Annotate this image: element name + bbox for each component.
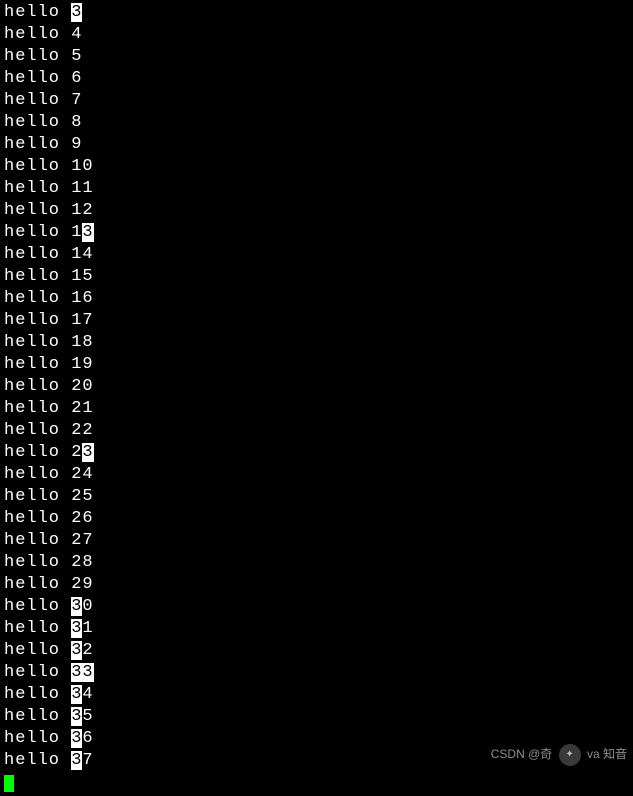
line-prefix: hello bbox=[4, 707, 71, 726]
search-highlight: 3 bbox=[82, 443, 93, 462]
watermark: CSDN @奇 ✦ va 知音 bbox=[491, 743, 627, 766]
search-highlight: 3 bbox=[71, 619, 82, 638]
line-suffix: 6 bbox=[82, 729, 93, 748]
search-highlight: 3 bbox=[82, 223, 93, 242]
terminal-line: hello 32 bbox=[4, 640, 629, 662]
watermark-text-right: 知音 bbox=[603, 747, 627, 761]
line-prefix: hello 2 bbox=[4, 443, 82, 462]
line-prefix: hello bbox=[4, 663, 71, 682]
watermark-text-left: CSDN @奇 bbox=[491, 747, 553, 761]
line-prefix: hello bbox=[4, 597, 71, 616]
terminal-line: hello 14 bbox=[4, 244, 629, 266]
search-highlight: 3 bbox=[71, 707, 82, 726]
terminal-line: hello 3 bbox=[4, 2, 629, 24]
terminal-line: hello 4 bbox=[4, 24, 629, 46]
terminal-line: hello 8 bbox=[4, 112, 629, 134]
line-suffix: 2 bbox=[82, 641, 93, 660]
line-prefix: hello 7 bbox=[4, 91, 82, 110]
terminal-line: hello 13 bbox=[4, 222, 629, 244]
search-highlight: 33 bbox=[71, 663, 93, 682]
line-prefix: hello 22 bbox=[4, 421, 94, 440]
terminal-line: hello 10 bbox=[4, 156, 629, 178]
terminal-line: hello 21 bbox=[4, 398, 629, 420]
line-prefix: hello 10 bbox=[4, 157, 94, 176]
line-prefix: hello 29 bbox=[4, 575, 94, 594]
terminal-line: hello 9 bbox=[4, 134, 629, 156]
line-suffix: 7 bbox=[82, 751, 93, 770]
line-prefix: hello 4 bbox=[4, 25, 82, 44]
search-highlight: 3 bbox=[71, 685, 82, 704]
line-prefix: hello 5 bbox=[4, 47, 82, 66]
line-prefix: hello bbox=[4, 619, 71, 638]
line-prefix: hello bbox=[4, 641, 71, 660]
terminal-line: hello 25 bbox=[4, 486, 629, 508]
terminal-line: hello 18 bbox=[4, 332, 629, 354]
search-highlight: 3 bbox=[71, 729, 82, 748]
line-prefix: hello 26 bbox=[4, 509, 94, 528]
line-suffix: 1 bbox=[82, 619, 93, 638]
terminal-cursor bbox=[4, 775, 14, 792]
line-prefix: hello 1 bbox=[4, 223, 82, 242]
line-prefix: hello 16 bbox=[4, 289, 94, 308]
terminal-line: hello 17 bbox=[4, 310, 629, 332]
terminal-line: hello 6 bbox=[4, 68, 629, 90]
line-suffix: 0 bbox=[82, 597, 93, 616]
terminal-line: hello 34 bbox=[4, 684, 629, 706]
terminal-line: hello 20 bbox=[4, 376, 629, 398]
wechat-icon: ✦ bbox=[559, 744, 581, 766]
line-prefix: hello 6 bbox=[4, 69, 82, 88]
terminal-line: hello 12 bbox=[4, 200, 629, 222]
line-prefix: hello 8 bbox=[4, 113, 82, 132]
terminal-line: hello 28 bbox=[4, 552, 629, 574]
line-prefix: hello 15 bbox=[4, 267, 94, 286]
line-prefix: hello 18 bbox=[4, 333, 94, 352]
search-highlight: 3 bbox=[71, 3, 82, 22]
search-highlight: 3 bbox=[71, 751, 82, 770]
line-suffix: 4 bbox=[82, 685, 93, 704]
terminal-line: hello 33 bbox=[4, 662, 629, 684]
terminal-line: hello 16 bbox=[4, 288, 629, 310]
terminal-line: hello 22 bbox=[4, 420, 629, 442]
terminal-line: hello 30 bbox=[4, 596, 629, 618]
line-prefix: hello 9 bbox=[4, 135, 82, 154]
terminal-line: hello 35 bbox=[4, 706, 629, 728]
line-prefix: hello 27 bbox=[4, 531, 94, 550]
terminal-output[interactable]: hello 3hello 4hello 5hello 6hello 7hello… bbox=[0, 0, 633, 796]
line-prefix: hello 25 bbox=[4, 487, 94, 506]
line-prefix: hello bbox=[4, 729, 71, 748]
terminal-line: hello 15 bbox=[4, 266, 629, 288]
line-prefix: hello 28 bbox=[4, 553, 94, 572]
search-highlight: 3 bbox=[71, 641, 82, 660]
line-prefix: hello 19 bbox=[4, 355, 94, 374]
line-prefix: hello 20 bbox=[4, 377, 94, 396]
terminal-line: hello 24 bbox=[4, 464, 629, 486]
terminal-line: hello 7 bbox=[4, 90, 629, 112]
line-prefix: hello 17 bbox=[4, 311, 94, 330]
cursor-line bbox=[4, 772, 629, 794]
line-prefix: hello 12 bbox=[4, 201, 94, 220]
line-suffix: 5 bbox=[82, 707, 93, 726]
search-highlight: 3 bbox=[71, 597, 82, 616]
line-prefix: hello 14 bbox=[4, 245, 94, 264]
terminal-line: hello 31 bbox=[4, 618, 629, 640]
watermark-text-mid: va bbox=[587, 747, 600, 761]
terminal-line: hello 23 bbox=[4, 442, 629, 464]
line-prefix: hello 11 bbox=[4, 179, 94, 198]
line-prefix: hello bbox=[4, 685, 71, 704]
terminal-line: hello 5 bbox=[4, 46, 629, 68]
terminal-line: hello 26 bbox=[4, 508, 629, 530]
line-prefix: hello 24 bbox=[4, 465, 94, 484]
line-prefix: hello bbox=[4, 751, 71, 770]
line-prefix: hello 21 bbox=[4, 399, 94, 418]
terminal-line: hello 11 bbox=[4, 178, 629, 200]
line-prefix: hello bbox=[4, 3, 71, 22]
terminal-line: hello 19 bbox=[4, 354, 629, 376]
terminal-line: hello 27 bbox=[4, 530, 629, 552]
terminal-line: hello 29 bbox=[4, 574, 629, 596]
